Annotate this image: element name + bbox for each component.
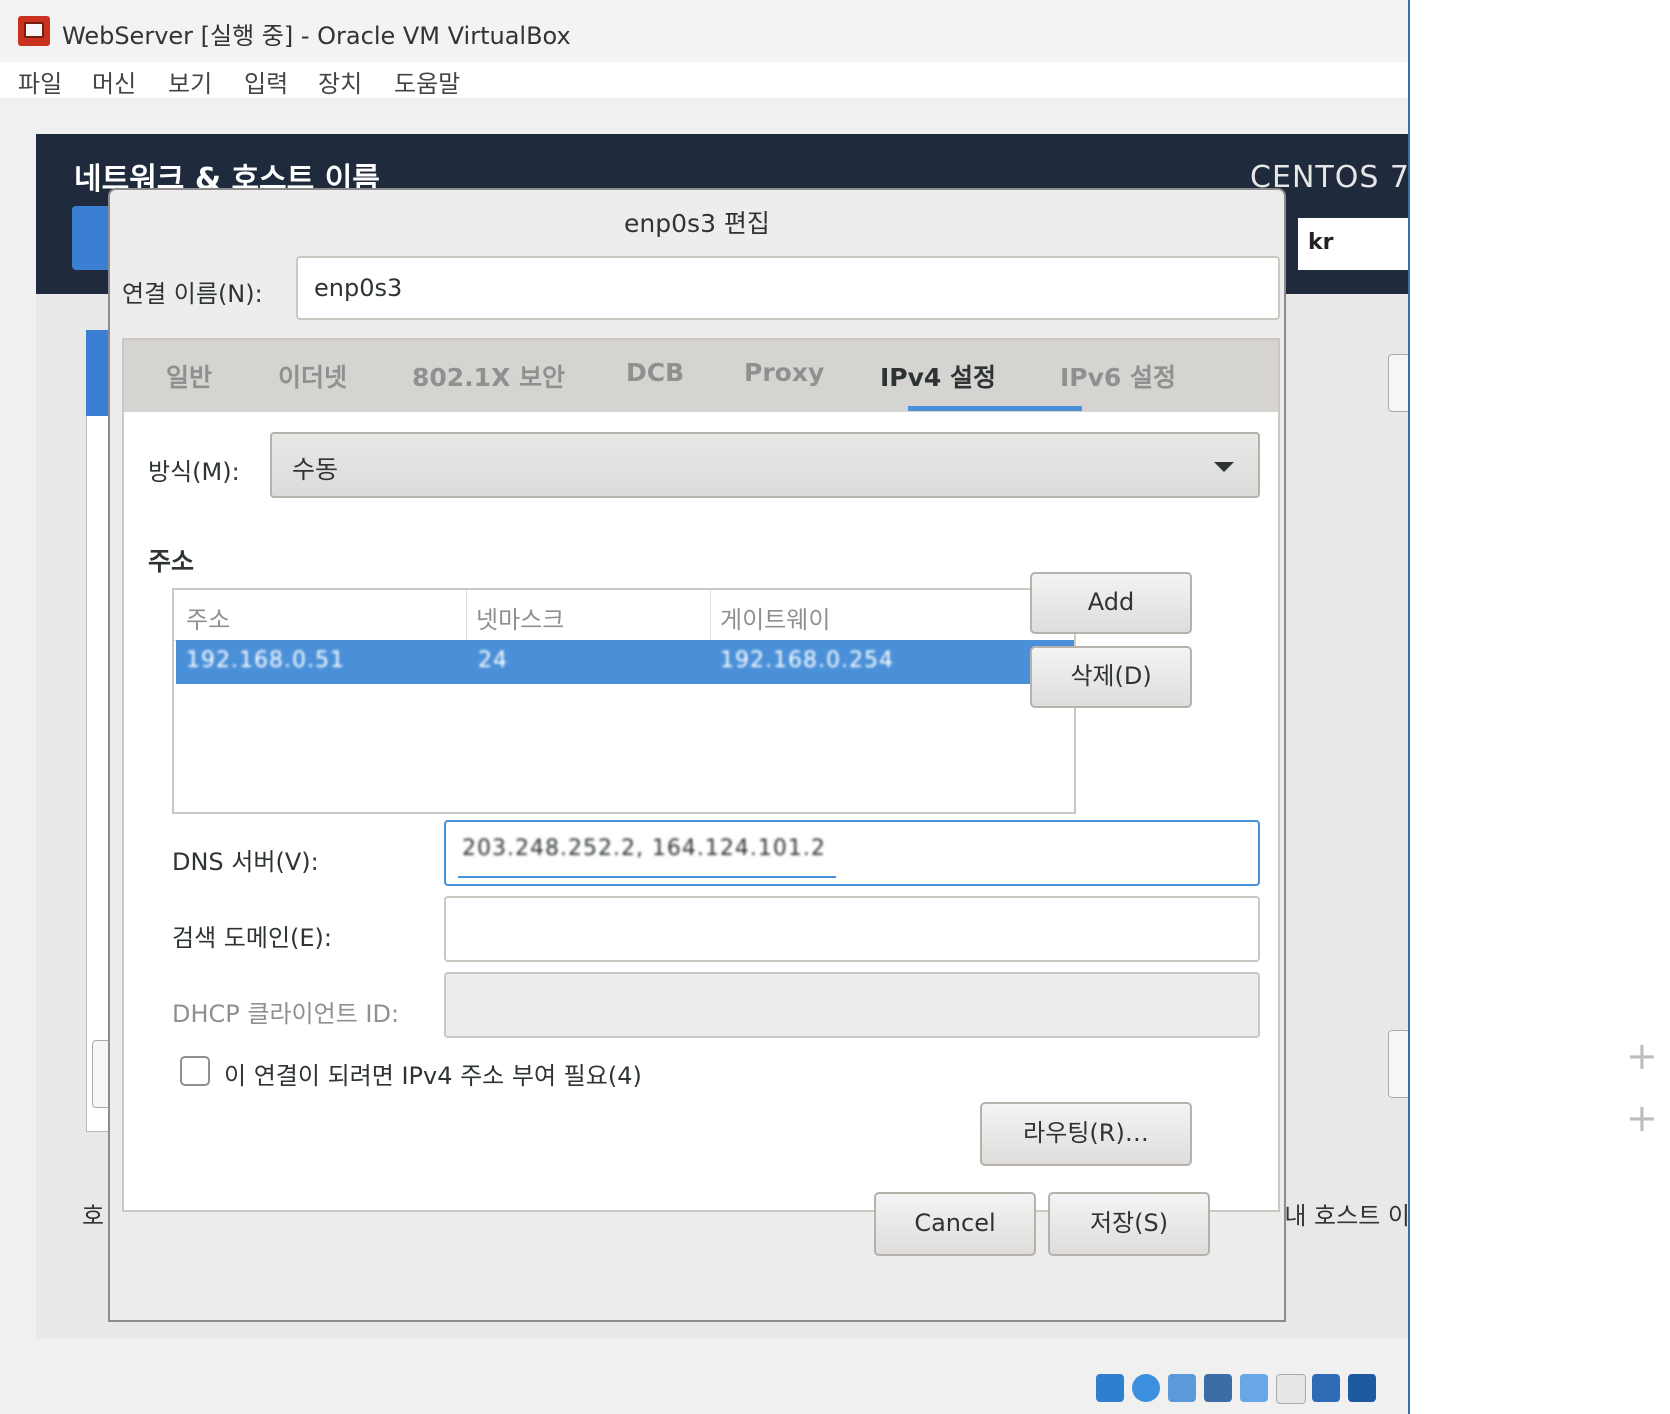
addresses-heading: 주소: [148, 547, 195, 576]
virtualbox-app-icon: [18, 16, 50, 46]
window-titlebar: WebServer [실행 중] - Oracle VM VirtualBox: [0, 0, 1408, 62]
plus-icon: +: [1626, 1096, 1658, 1140]
column-header-gateway[interactable]: 게이트웨이: [720, 600, 830, 635]
cancel-button[interactable]: Cancel: [874, 1192, 1036, 1256]
method-value: 수동: [292, 455, 339, 484]
tab-bar: 일반 이더넷 802.1X 보안 DCB Proxy IPv4 설정 IPv6 …: [124, 340, 1278, 412]
dhcp-client-id-input: [444, 972, 1260, 1038]
routes-button[interactable]: 라우팅(R)…: [980, 1102, 1192, 1166]
network-icon[interactable]: [1204, 1374, 1232, 1402]
tab-general[interactable]: 일반: [166, 358, 212, 394]
dns-servers-value: 203.248.252.2, 164.124.101.2: [462, 836, 826, 861]
plus-icon: +: [1626, 1034, 1658, 1078]
hostname-label-fragment: 호: [82, 1202, 105, 1230]
device-toggle-button[interactable]: [1388, 354, 1408, 412]
addresses-table: 주소 넷마스크 게이트웨이 192.168.0.51 24 192.168.0.…: [172, 588, 1076, 814]
connection-name-input[interactable]: enp0s3: [296, 256, 1280, 320]
add-address-button[interactable]: Add: [1030, 572, 1192, 634]
tab-8021x-security[interactable]: 802.1X 보안: [412, 358, 565, 394]
active-tab-indicator: [908, 406, 1082, 411]
method-dropdown[interactable]: 수동: [270, 432, 1260, 498]
connection-name-label: 연결 이름(N):: [122, 280, 263, 308]
menu-view[interactable]: 보기: [168, 64, 212, 99]
tab-ethernet[interactable]: 이더넷: [278, 358, 347, 394]
configure-button[interactable]: [1388, 1030, 1408, 1098]
table-row[interactable]: 192.168.0.51 24 192.168.0.254: [176, 640, 1074, 684]
address-cell[interactable]: 192.168.0.51: [186, 648, 345, 673]
netmask-cell[interactable]: 24: [478, 648, 508, 673]
shared-folders-icon[interactable]: [1276, 1374, 1306, 1404]
menu-devices[interactable]: 장치: [318, 64, 362, 99]
audio-icon[interactable]: [1168, 1374, 1196, 1402]
tab-dcb[interactable]: DCB: [626, 358, 684, 387]
search-domains-label: 검색 도메인(E):: [172, 924, 333, 952]
settings-notebook: 일반 이더넷 802.1X 보안 DCB Proxy IPv4 설정 IPv6 …: [122, 338, 1280, 1212]
display-icon[interactable]: [1312, 1374, 1340, 1402]
current-hostname-label-fragment: 내 호스트 이: [1284, 1202, 1410, 1230]
chevron-down-icon: [1214, 462, 1234, 472]
video-capture-icon[interactable]: [1348, 1374, 1376, 1402]
window-title: WebServer [실행 중] - Oracle VM VirtualBox: [62, 22, 571, 50]
column-header-address[interactable]: 주소: [186, 600, 230, 635]
virtualbox-window: WebServer [실행 중] - Oracle VM VirtualBox …: [0, 0, 1410, 1414]
edit-connection-dialog: enp0s3 편집 연결 이름(N): enp0s3 일반 이더넷 802.1X…: [108, 188, 1286, 1322]
column-divider: [466, 590, 467, 640]
gateway-cell[interactable]: 192.168.0.254: [720, 648, 894, 673]
dialog-title: enp0s3 편집: [624, 209, 770, 238]
save-button[interactable]: 저장(S): [1048, 1192, 1210, 1256]
tab-ipv4-settings[interactable]: IPv4 설정: [880, 358, 996, 394]
tab-ipv6-settings[interactable]: IPv6 설정: [1060, 358, 1176, 394]
column-header-netmask[interactable]: 넷마스크: [476, 600, 564, 635]
text-cursor-underline: [458, 876, 836, 878]
table-header: 주소 넷마스크 게이트웨이: [174, 590, 1074, 641]
menu-bar: 파일 머신 보기 입력 장치 도움말: [0, 62, 1408, 98]
method-label: 방식(M):: [148, 458, 240, 486]
optical-drive-icon[interactable]: [1132, 1374, 1160, 1402]
dns-servers-input[interactable]: 203.248.252.2, 164.124.101.2: [444, 820, 1260, 886]
usb-icon[interactable]: [1240, 1374, 1268, 1402]
tab-proxy[interactable]: Proxy: [744, 358, 824, 387]
dhcp-client-id-label: DHCP 클라이언트 ID:: [172, 1000, 400, 1028]
menu-help[interactable]: 도움말: [394, 64, 460, 99]
menu-file[interactable]: 파일: [18, 64, 62, 99]
require-ipv4-checkbox[interactable]: [180, 1056, 210, 1086]
require-ipv4-label[interactable]: 이 연결이 되려면 IPv4 주소 부여 필요(4): [224, 1056, 642, 1091]
menu-input[interactable]: 입력: [244, 64, 288, 99]
delete-address-button[interactable]: 삭제(D): [1030, 646, 1192, 708]
menu-machine[interactable]: 머신: [92, 64, 136, 99]
dns-servers-label: DNS 서버(V):: [172, 848, 319, 876]
hard-disk-icon[interactable]: [1096, 1374, 1124, 1402]
keyboard-layout-indicator[interactable]: kr: [1298, 218, 1408, 270]
search-domains-input[interactable]: [444, 896, 1260, 962]
column-divider: [710, 590, 711, 640]
